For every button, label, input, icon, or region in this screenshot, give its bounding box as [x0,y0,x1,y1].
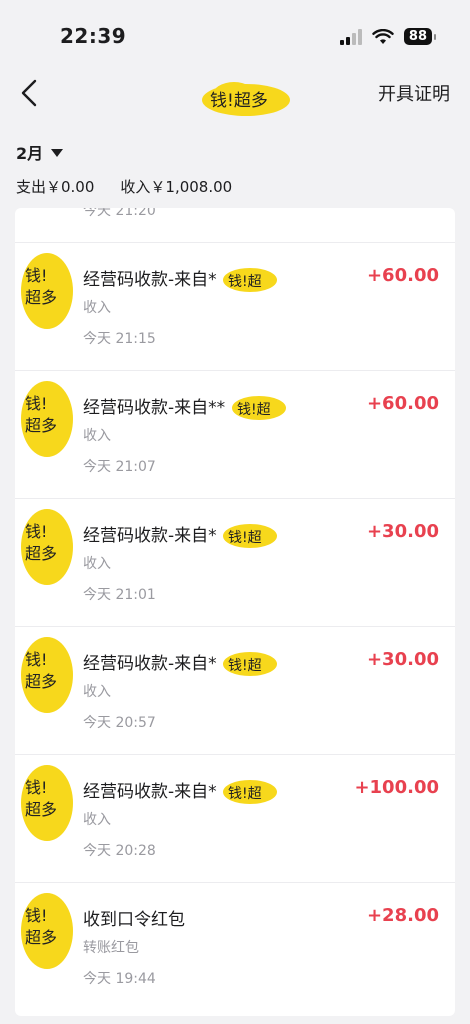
list-item-amount: +30.00 [366,521,439,542]
svg-text:钱!: 钱! [25,394,47,413]
svg-text:钱!超: 钱!超 [228,530,262,546]
list-item-type: 收入 [83,300,111,316]
redacted-name-blob: 钱!超 [223,652,278,676]
list-item[interactable]: 钱! 超多 经营码收款-来自* 钱!超 收入 今天 21:01 +30.00 [15,499,455,627]
totals-row: 支出￥0.00 收入￥1,008.00 [16,176,456,197]
list-item-amount: +60.00 [366,393,439,414]
list-item-type: 收入 [83,428,111,444]
list-item-amount: +28.00 [366,905,439,926]
svg-text:超多: 超多 [25,672,57,691]
expense-total: 支出￥0.00 [16,178,95,196]
issue-certificate-button[interactable]: 开具证明 [378,80,450,106]
list-item-title: 经营码收款-来自* 钱!超 [83,521,278,549]
redacted-avatar: 钱! 超多 [21,509,73,585]
list-item[interactable]: 钱! 超多 经营码收款-来自** 钱!超 收入 今天 21:07 +60.00 [15,371,455,499]
income-total: 收入￥1,008.00 [120,178,233,196]
nav-bar: 钱!超多 开具证明 [0,76,470,126]
redacted-name-blob: 钱!超 [223,268,278,292]
list-item-title: 经营码收款-来自** 钱!超 [83,393,287,421]
list-item-amount: +60.00 [366,265,439,286]
list-item-time: 今天 20:28 [83,843,156,859]
transaction-list: 今天 21:20 钱! 超多 经营码收款-来自* 钱!超 收入 今天 21:15… [15,208,455,1016]
back-chevron-icon[interactable] [18,78,42,108]
battery-icon: 88 [403,28,437,45]
redacted-avatar: 钱! 超多 [21,893,73,969]
redacted-avatar: 钱! 超多 [21,381,73,457]
list-item[interactable]: 钱! 超多 经营码收款-来自* 钱!超 收入 今天 20:57 +30.00 [15,627,455,755]
list-item-type: 收入 [83,556,111,572]
caret-down-icon [51,149,64,157]
svg-text:钱!: 钱! [25,906,47,925]
list-item-time: 今天 19:44 [83,971,156,987]
list-item-type: 收入 [83,684,111,700]
list-item-title: 收到口令红包 钱!超 [83,910,185,930]
redacted-name-blob: 钱!超 [223,524,278,548]
list-item-time: 今天 21:07 [83,459,156,475]
redacted-name-blob: 钱!超 [223,780,278,804]
svg-text:超多: 超多 [25,288,57,307]
svg-text:钱!超: 钱!超 [237,402,271,418]
svg-text:超多: 超多 [25,928,57,947]
svg-text:钱!超: 钱!超 [228,658,262,674]
status-bar: 22:39 88 [0,0,470,76]
list-item-time: 今天 21:01 [83,587,156,603]
svg-text:钱!: 钱! [25,778,47,797]
svg-text:超多: 超多 [25,416,57,435]
list-item-title: 经营码收款-来自* 钱!超 [83,265,278,293]
redacted-name-blob: 钱!超 [231,396,286,420]
redacted-avatar: 钱! 超多 [21,253,73,329]
svg-text:钱!超多: 钱!超多 [210,91,268,111]
svg-text:钱!: 钱! [25,650,47,669]
svg-text:钱!超: 钱!超 [228,786,262,802]
redacted-avatar: 钱! 超多 [21,637,73,713]
status-icons: 88 [339,28,437,45]
cellular-signal-icon [339,28,362,45]
list-item-time: 今天 20:57 [83,715,156,731]
list-item-type: 收入 [83,812,111,828]
list-item-amount: +30.00 [366,649,439,670]
list-item[interactable]: 钱! 超多 收到口令红包 钱!超 转账红包 今天 19:44 +28.00 [15,883,455,1010]
month-selector[interactable]: 2月 [16,140,456,164]
list-item[interactable]: 钱! 超多 经营码收款-来自* 钱!超 收入 今天 21:15 +60.00 [15,243,455,371]
list-item-title: 经营码收款-来自* 钱!超 [83,649,278,677]
status-time: 22:39 [60,24,127,48]
wifi-icon [372,28,394,44]
list-item-title: 经营码收款-来自* 钱!超 [83,777,278,805]
svg-text:钱!超: 钱!超 [228,274,262,290]
list-item[interactable]: 钱! 超多 经营码收款-来自* 钱!超 收入 今天 20:28 +100.00 [15,755,455,883]
svg-text:钱!: 钱! [25,522,47,541]
svg-text:超多: 超多 [25,544,57,563]
svg-text:超多: 超多 [25,800,57,819]
redacted-avatar: 钱! 超多 [21,765,73,841]
list-item-amount: +100.00 [354,777,439,798]
month-label: 2月 [16,144,44,163]
svg-text:钱!: 钱! [25,266,47,285]
list-item-time: 今天 21:20 [83,208,156,219]
list-item-time: 今天 21:15 [83,331,156,347]
list-item-partial[interactable]: 今天 21:20 [15,208,455,243]
list-item-type: 转账红包 [83,940,139,956]
redacted-title-blob: 钱!超多 [202,82,290,116]
summary-section: 2月 支出￥0.00 收入￥1,008.00 [16,140,456,197]
